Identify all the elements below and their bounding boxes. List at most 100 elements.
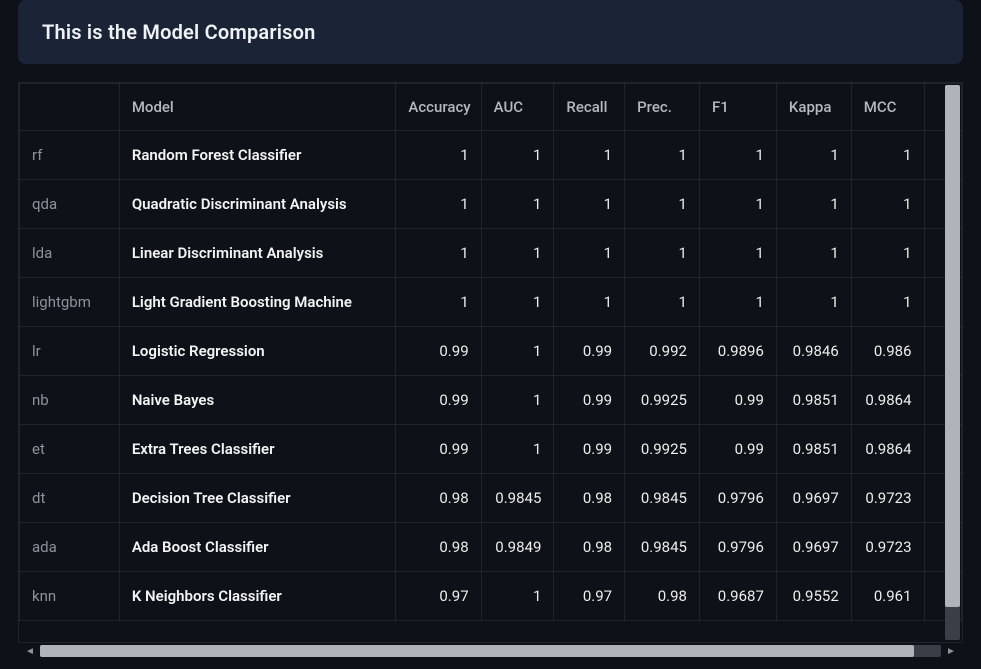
cell-auc: 1 (481, 376, 554, 425)
cell-recall: 0.98 (554, 474, 625, 523)
cell-accuracy: 0.99 (396, 376, 481, 425)
vertical-scrollbar[interactable] (945, 85, 960, 640)
cell-prec: 0.9845 (625, 523, 700, 572)
cell-model: Random Forest Classifier (119, 131, 396, 180)
scroll-right-icon[interactable]: ► (945, 645, 957, 657)
cell-prec: 1 (625, 131, 700, 180)
cell-f1: 0.99 (699, 425, 776, 474)
cell-auc: 1 (481, 131, 554, 180)
cell-prec: 0.9925 (625, 425, 700, 474)
cell-mcc: 1 (851, 180, 924, 229)
cell-f1: 1 (699, 229, 776, 278)
cell-recall: 0.99 (554, 425, 625, 474)
cell-accuracy: 1 (396, 180, 481, 229)
cell-kappa: 1 (776, 278, 851, 327)
col-header-prec[interactable]: Prec. (625, 84, 700, 131)
cell-f1: 1 (699, 278, 776, 327)
cell-model: Naive Bayes (119, 376, 396, 425)
cell-recall: 0.99 (554, 376, 625, 425)
cell-model: Decision Tree Classifier (119, 474, 396, 523)
vertical-scroll-thumb[interactable] (945, 85, 960, 607)
model-comparison-table: Model Accuracy AUC Recall Prec. F1 Kappa… (19, 83, 962, 621)
cell-kappa: 0.9851 (776, 376, 851, 425)
cell-mcc: 0.9864 (851, 425, 924, 474)
cell-model: Extra Trees Classifier (119, 425, 396, 474)
cell-id: ada (20, 523, 120, 572)
cell-f1: 0.9796 (699, 523, 776, 572)
cell-prec: 1 (625, 229, 700, 278)
cell-auc: 1 (481, 327, 554, 376)
horizontal-scroll-track[interactable] (40, 645, 941, 657)
table-row[interactable]: nbNaive Bayes0.9910.990.99250.990.98510.… (20, 376, 962, 425)
cell-kappa: 1 (776, 229, 851, 278)
cell-auc: 1 (481, 425, 554, 474)
table-row[interactable]: lightgbmLight Gradient Boosting Machine1… (20, 278, 962, 327)
cell-mcc: 0.986 (851, 327, 924, 376)
cell-prec: 0.992 (625, 327, 700, 376)
cell-mcc: 1 (851, 131, 924, 180)
table-header-row: Model Accuracy AUC Recall Prec. F1 Kappa… (20, 84, 962, 131)
cell-accuracy: 0.99 (396, 327, 481, 376)
cell-accuracy: 0.98 (396, 523, 481, 572)
cell-model: K Neighbors Classifier (119, 572, 396, 621)
table-row[interactable]: qdaQuadratic Discriminant Analysis111111… (20, 180, 962, 229)
table-row[interactable]: dtDecision Tree Classifier 0.980.9845 0.98… (20, 474, 962, 523)
col-header-kappa[interactable]: Kappa (776, 84, 851, 131)
cell-kappa: 1 (776, 180, 851, 229)
cell-model: Linear Discriminant Analysis (119, 229, 396, 278)
cell-id: lightgbm (20, 278, 120, 327)
cell-recall: 1 (554, 180, 625, 229)
vertical-scroll-track[interactable] (945, 85, 960, 640)
cell-f1: 0.9896 (699, 327, 776, 376)
col-header-model[interactable]: Model (119, 84, 396, 131)
cell-id: dt (20, 474, 120, 523)
cell-accuracy: 1 (396, 229, 481, 278)
cell-auc: 1 (481, 278, 554, 327)
horizontal-scrollbar[interactable]: ◄ ► (18, 643, 963, 659)
cell-mcc: 1 (851, 278, 924, 327)
cell-f1: 1 (699, 131, 776, 180)
table-row[interactable]: rfRandom Forest Classifier1111111 (20, 131, 962, 180)
cell-model: Ada Boost Classifier (119, 523, 396, 572)
cell-mcc: 0.9723 (851, 523, 924, 572)
table-row[interactable]: ldaLinear Discriminant Analysis1111111 (20, 229, 962, 278)
cell-auc: 1 (481, 180, 554, 229)
col-header-recall[interactable]: Recall (554, 84, 625, 131)
title-bar: This is the Model Comparison (18, 0, 963, 64)
table-row[interactable]: lrLogistic Regression0.9910.990.9920.989… (20, 327, 962, 376)
scroll-left-icon[interactable]: ◄ (24, 645, 36, 657)
table-row[interactable]: knnK Neighbors Classifier0.9710.970.980.… (20, 572, 962, 621)
col-header-accuracy[interactable]: Accuracy (396, 84, 481, 131)
cell-prec: 0.9845 (625, 474, 700, 523)
cell-f1: 0.99 (699, 376, 776, 425)
cell-kappa: 0.9697 (776, 474, 851, 523)
cell-auc: 0.9845 (481, 474, 554, 523)
cell-f1: 1 (699, 180, 776, 229)
cell-id: et (20, 425, 120, 474)
cell-prec: 1 (625, 278, 700, 327)
cell-recall: 1 (554, 229, 625, 278)
table-scroll-area[interactable]: Model Accuracy AUC Recall Prec. F1 Kappa… (18, 82, 963, 643)
col-header-f1[interactable]: F1 (699, 84, 776, 131)
cell-model: Quadratic Discriminant Analysis (119, 180, 396, 229)
comparison-table-frame: Model Accuracy AUC Recall Prec. F1 Kappa… (18, 82, 963, 659)
cell-id: knn (20, 572, 120, 621)
cell-kappa: 0.9697 (776, 523, 851, 572)
cell-accuracy: 0.99 (396, 425, 481, 474)
cell-f1: 0.9796 (699, 474, 776, 523)
cell-model: Logistic Regression (119, 327, 396, 376)
cell-id: rf (20, 131, 120, 180)
cell-auc: 1 (481, 572, 554, 621)
table-row[interactable]: etExtra Trees Classifier0.9910.990.99250… (20, 425, 962, 474)
cell-id: nb (20, 376, 120, 425)
cell-kappa: 0.9552 (776, 572, 851, 621)
col-header-index[interactable] (20, 84, 120, 131)
table-row[interactable]: adaAda Boost Classifier0.980.98490.980.9… (20, 523, 962, 572)
cell-prec: 0.9925 (625, 376, 700, 425)
cell-id: lr (20, 327, 120, 376)
cell-recall: 0.98 (554, 523, 625, 572)
cell-accuracy: 0.97 (396, 572, 481, 621)
col-header-mcc[interactable]: MCC (851, 84, 924, 131)
col-header-auc[interactable]: AUC (481, 84, 554, 131)
horizontal-scroll-thumb[interactable] (40, 645, 914, 657)
